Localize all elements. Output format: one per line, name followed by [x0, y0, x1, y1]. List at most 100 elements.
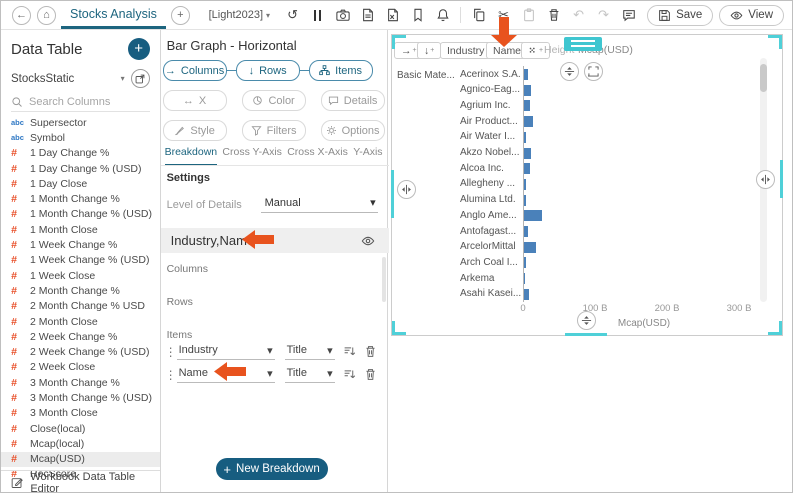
column-item[interactable]: #1 Week Change % (USD) — [1, 253, 160, 268]
open-data-table-icon[interactable] — [130, 69, 150, 88]
style-button[interactable]: Style — [162, 120, 227, 141]
color-button[interactable]: Color — [241, 90, 306, 111]
column-item[interactable]: #2 Month Close — [1, 314, 160, 329]
bookmark-icon[interactable] — [408, 5, 428, 25]
rows-button[interactable]: ↓ Rows — [235, 60, 300, 81]
bar[interactable] — [524, 69, 528, 80]
bell-icon[interactable] — [433, 5, 453, 25]
bar[interactable] — [524, 194, 527, 206]
breakdown-row[interactable]: Industry,Name — [160, 228, 389, 253]
maximize-button[interactable] — [584, 62, 604, 81]
bar[interactable] — [524, 147, 532, 159]
tab-cross-y-axis[interactable]: Cross Y-Axis — [222, 146, 282, 166]
items-button[interactable]: Items — [308, 60, 373, 81]
column-item[interactable]: #2 Week Close — [1, 360, 160, 375]
data-source-name[interactable]: StocksStatic — [11, 73, 121, 85]
panel-scrollbar[interactable] — [382, 257, 387, 302]
breakdown-pill-industry[interactable]: Industry — [440, 42, 492, 59]
options-button[interactable]: Options — [320, 120, 385, 141]
bar[interactable] — [524, 116, 533, 128]
save-button[interactable]: Save — [647, 4, 714, 26]
bar[interactable] — [524, 273, 526, 285]
resize-strip-left[interactable] — [391, 170, 395, 218]
level-of-details-select[interactable]: Manual ▾ — [260, 196, 378, 213]
refresh-icon[interactable]: ↺ — [283, 5, 303, 25]
column-item[interactable]: abc Supersector — [1, 115, 160, 130]
column-item[interactable]: #2 Week Change % — [1, 329, 160, 344]
comment-icon[interactable] — [619, 5, 639, 25]
item-option-select[interactable]: Title ▾ — [284, 367, 335, 383]
redo-icon[interactable]: ↷ — [594, 5, 614, 25]
bar[interactable] — [524, 257, 527, 269]
columns-button[interactable]: → Columns — [162, 60, 227, 81]
paste-icon[interactable] — [519, 5, 539, 25]
column-item[interactable]: #3 Month Change % (USD) — [1, 390, 160, 405]
search-columns-input[interactable] — [29, 96, 149, 108]
back-button[interactable]: ← — [12, 5, 31, 25]
x-axis-button[interactable]: ↔ X — [162, 90, 227, 111]
workbook-data-table-editor-button[interactable]: Workbook Data Table Editor — [1, 470, 160, 492]
swap-axes-button[interactable] — [560, 62, 580, 81]
copy-icon[interactable] — [469, 5, 489, 25]
column-item[interactable]: #2 Month Change % USD — [1, 299, 160, 314]
chart-scrollbar-thumb[interactable] — [760, 64, 768, 92]
resize-strip-right[interactable] — [780, 160, 784, 198]
tab-stocks-analysis[interactable]: Stocks Analysis — [61, 1, 166, 29]
bar[interactable] — [524, 131, 527, 143]
sort-icon[interactable] — [343, 345, 356, 358]
tab-y-axis[interactable]: Y-Axis — [353, 146, 382, 166]
resize-strip-bottom[interactable] — [565, 333, 608, 336]
column-item[interactable]: #2 Week Change % (USD) — [1, 344, 160, 359]
column-item[interactable]: #1 Month Close — [1, 222, 160, 237]
search-field[interactable] — [11, 96, 150, 112]
delete-icon[interactable] — [544, 5, 564, 25]
horizontal-resize-handle-right[interactable] — [756, 170, 776, 189]
column-item[interactable]: #3 Month Change % — [1, 375, 160, 390]
bar[interactable] — [524, 241, 537, 253]
new-breakdown-button[interactable]: + New Breakdown — [215, 458, 328, 480]
theme-selector[interactable]: [Light2023] ▾ — [209, 9, 270, 21]
export-excel-icon[interactable] — [383, 5, 403, 25]
item-option-select[interactable]: Title ▾ — [284, 344, 335, 360]
trash-icon[interactable] — [364, 368, 377, 381]
column-item[interactable]: #1 Day Change % — [1, 146, 160, 161]
column-item[interactable]: #3 Month Close — [1, 406, 160, 421]
pause-icon[interactable] — [308, 5, 328, 25]
details-button[interactable]: Details — [320, 90, 385, 111]
view-button[interactable]: View — [719, 4, 784, 26]
column-item[interactable]: #1 Day Close — [1, 176, 160, 191]
column-item[interactable]: # Close(local) — [1, 421, 160, 436]
add-data-table-button[interactable]: + — [127, 38, 150, 60]
trash-icon[interactable] — [364, 345, 377, 358]
column-item[interactable]: # Mcap(local) — [1, 436, 160, 451]
column-item[interactable]: #1 Week Change % — [1, 237, 160, 252]
column-item[interactable]: #2 Month Change % — [1, 283, 160, 298]
drag-handle-icon[interactable]: ⋮ — [165, 345, 177, 359]
visibility-eye-icon[interactable] — [361, 234, 375, 248]
tab-breakdown[interactable]: Breakdown — [164, 146, 218, 166]
drag-handle-icon[interactable]: ⋮ — [165, 368, 177, 382]
bar[interactable] — [524, 100, 531, 112]
filters-button[interactable]: Filters — [241, 120, 306, 141]
bar[interactable] — [524, 210, 543, 222]
column-item[interactable]: #1 Month Change % (USD) — [1, 207, 160, 222]
camera-icon[interactable] — [333, 5, 353, 25]
undo-icon[interactable]: ↶ — [569, 5, 589, 25]
bar[interactable] — [524, 226, 528, 237]
column-item[interactable]: #1 Week Close — [1, 268, 160, 283]
item-field-select[interactable]: Industry ▾ — [176, 344, 275, 360]
bar[interactable] — [524, 84, 532, 96]
column-item[interactable]: #1 Day Change % (USD) — [1, 161, 160, 176]
add-tab-button[interactable]: + — [170, 5, 190, 25]
add-row-pill[interactable]: ↓ + — [417, 42, 442, 59]
column-item[interactable]: abc Symbol — [1, 130, 160, 145]
bar[interactable] — [524, 163, 530, 175]
sort-icon[interactable] — [343, 368, 356, 381]
vertical-resize-handle-bottom[interactable] — [577, 311, 597, 330]
chevron-down-icon[interactable]: ▾ — [121, 74, 125, 83]
export-pdf-icon[interactable] — [358, 5, 378, 25]
horizontal-resize-handle-left[interactable] — [397, 180, 417, 199]
column-item[interactable]: #1 Month Change % — [1, 191, 160, 206]
column-item[interactable]: # Mcap(USD) — [1, 451, 160, 467]
bar[interactable] — [524, 178, 527, 190]
